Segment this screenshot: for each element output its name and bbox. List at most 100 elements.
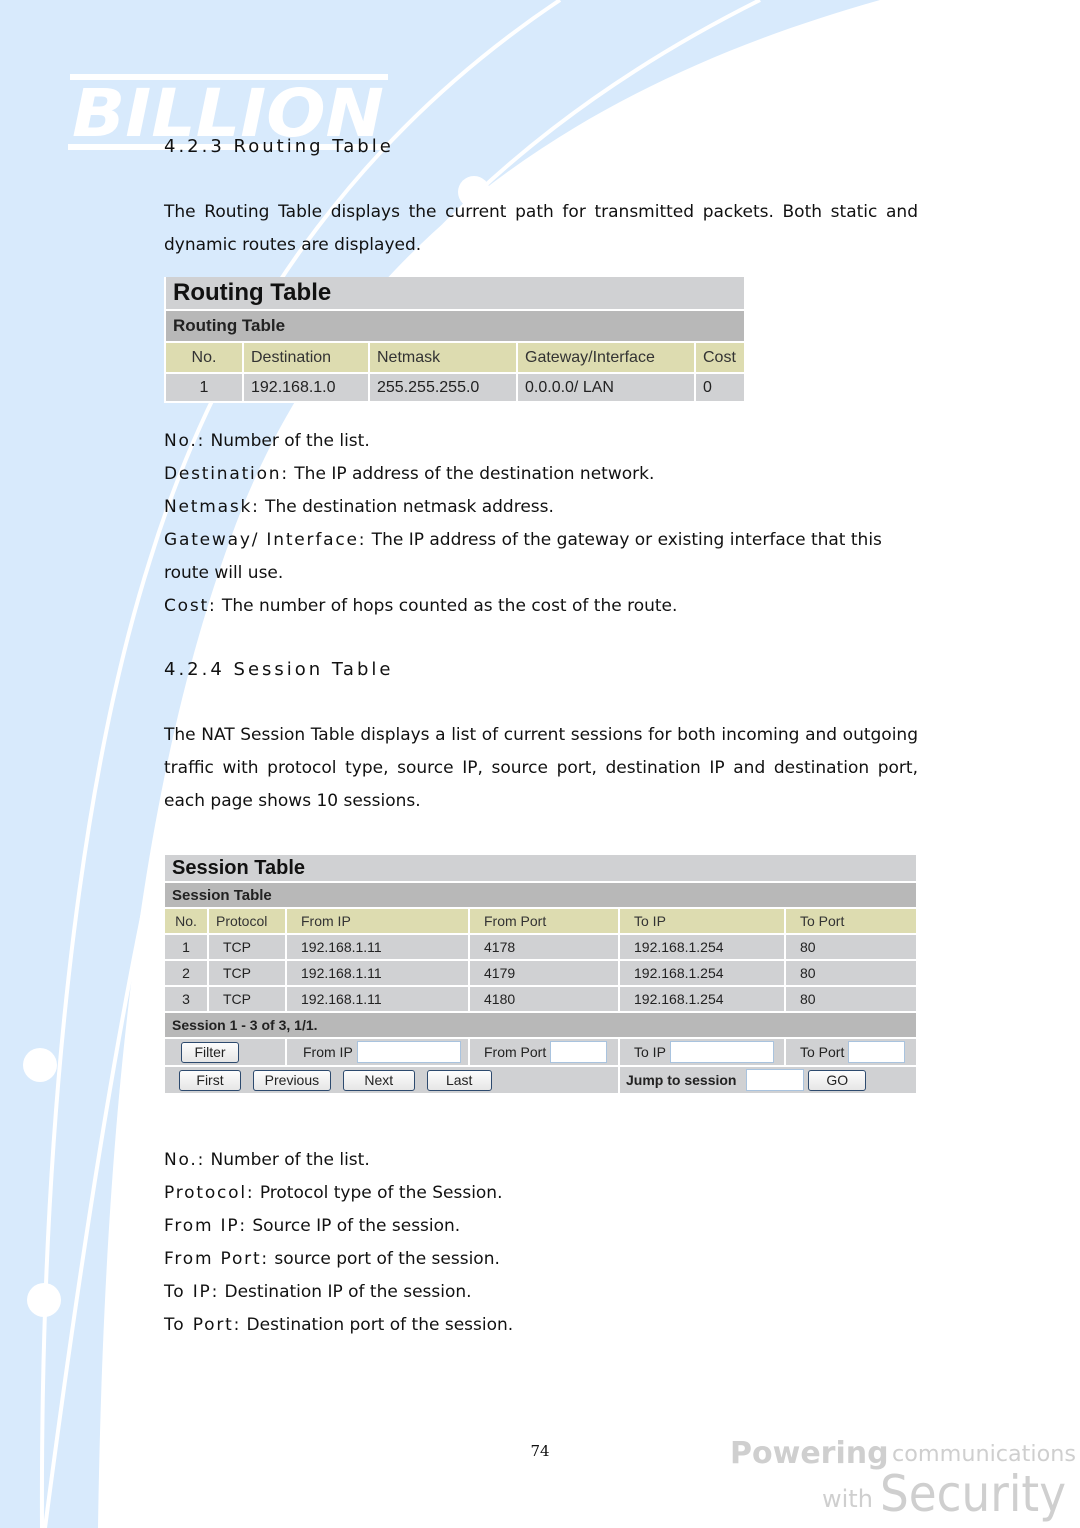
filter-button[interactable]: Filter: [181, 1041, 239, 1063]
cell-to-ip: 192.168.1.254: [618, 959, 786, 987]
cell-from-ip: 192.168.1.11: [285, 959, 470, 987]
definition-desc: Number of the list.: [205, 431, 370, 451]
col-header-from-port: From Port: [468, 907, 620, 935]
cell-to-port: 80: [784, 959, 918, 987]
definition-term: From IP:: [164, 1216, 247, 1236]
from-ip-label: From IP: [303, 1044, 353, 1060]
from-port-input[interactable]: [550, 1041, 608, 1063]
to-ip-label: To IP: [634, 1044, 666, 1060]
routing-table-header: No. Destination Netmask Gateway/Interfac…: [164, 341, 746, 374]
tagline-communications: communications: [892, 1442, 1076, 1467]
routing-table-subtitle: Routing Table: [164, 309, 746, 343]
to-port-label: To Port: [800, 1044, 845, 1060]
cell-to-port: 80: [784, 985, 918, 1013]
session-intro-paragraph: The NAT Session Table displays a list of…: [164, 725, 918, 811]
definition-term: Netmask:: [164, 497, 260, 517]
definition-desc: source port of the session.: [268, 1249, 500, 1269]
routing-table-title: Routing Table: [164, 277, 746, 311]
definition-desc: The IP address of the destination networ…: [288, 464, 655, 484]
tagline-powering: Powering: [730, 1436, 889, 1471]
col-header-netmask: Netmask: [368, 341, 518, 374]
definition-item: Gateway/ Interface: The IP address of th…: [164, 529, 882, 551]
session-table-header: No. Protocol From IP From Port To IP To …: [163, 907, 918, 935]
definition-desc: Protocol type of the Session.: [254, 1183, 503, 1203]
page-content: 4.2.3 Routing Table The Routing Table di…: [0, 0, 1080, 1528]
cell-no: 1: [164, 372, 244, 403]
definition-desc: Number of the list.: [205, 1150, 370, 1170]
jump-to-session-label: Jump to session: [626, 1072, 737, 1088]
definition-term: To IP:: [164, 1282, 220, 1302]
definition-item: To Port: Destination port of the session…: [164, 1314, 513, 1336]
col-header-no: No.: [163, 907, 209, 935]
to-port-input[interactable]: [848, 1041, 906, 1063]
cell-gateway-interface: 0.0.0.0/ LAN: [516, 372, 696, 403]
definition-desc: The IP address of the gateway or existin…: [366, 530, 882, 550]
definition-item: From IP: Source IP of the session.: [164, 1215, 460, 1237]
last-page-button[interactable]: Last: [426, 1069, 492, 1091]
col-header-cost: Cost: [694, 341, 746, 374]
definition-term: To Port:: [164, 1315, 242, 1335]
jump-to-session-input[interactable]: [746, 1069, 805, 1091]
col-header-no: No.: [164, 341, 244, 374]
definition-term: No.:: [164, 431, 206, 451]
definition-desc: The destination netmask address.: [259, 497, 554, 517]
col-header-to-port: To Port: [784, 907, 918, 935]
cell-to-port: 80: [784, 933, 918, 961]
cell-from-ip: 192.168.1.11: [285, 985, 470, 1013]
routing-table: Routing Table Routing Table No. Destinat…: [164, 277, 746, 403]
definition-desc: Source IP of the session.: [246, 1216, 461, 1236]
table-row: 1 192.168.1.0 255.255.255.0 0.0.0.0/ LAN…: [164, 372, 746, 403]
routing-table-panel: Routing Table Routing Table No. Destinat…: [164, 277, 746, 403]
definition-term: Destination:: [164, 464, 289, 484]
tagline-with: with: [822, 1485, 873, 1513]
session-table-panel: Session Table Session Table No. Protocol…: [163, 855, 918, 1095]
cell-to-ip: 192.168.1.254: [618, 985, 786, 1013]
cell-from-port: 4180: [468, 985, 620, 1013]
go-button[interactable]: GO: [808, 1069, 867, 1091]
cell-protocol: TCP: [207, 985, 287, 1013]
cell-destination: 192.168.1.0: [242, 372, 370, 403]
definition-item: From Port: source port of the session.: [164, 1248, 500, 1270]
definition-item: route will use.: [164, 562, 283, 584]
cell-to-ip: 192.168.1.254: [618, 933, 786, 961]
routing-intro-paragraph: The Routing Table displays the current p…: [164, 202, 918, 255]
definition-item: No.: Number of the list.: [164, 430, 370, 452]
definition-term: From Port:: [164, 1249, 269, 1269]
definition-desc: The number of hops counted as the cost o…: [216, 596, 678, 616]
cell-from-port: 4179: [468, 959, 620, 987]
cell-protocol: TCP: [207, 959, 287, 987]
definition-item: Protocol: Protocol type of the Session.: [164, 1182, 503, 1204]
previous-page-button[interactable]: Previous: [252, 1069, 331, 1091]
cell-from-ip: 192.168.1.11: [285, 933, 470, 961]
first-page-button[interactable]: First: [179, 1069, 241, 1091]
definition-desc: Destination port of the session.: [241, 1315, 514, 1335]
definition-term: No.:: [164, 1150, 206, 1170]
tagline-security: Security: [880, 1465, 1066, 1523]
cell-no: 3: [163, 985, 209, 1013]
cell-cost: 0: [694, 372, 746, 403]
definition-term: Cost:: [164, 596, 217, 616]
session-status: Session 1 - 3 of 3, 1/1.: [163, 1011, 918, 1039]
cell-from-port: 4178: [468, 933, 620, 961]
table-row: 2 TCP 192.168.1.11 4179 192.168.1.254 80: [163, 959, 918, 987]
from-ip-input[interactable]: [356, 1041, 461, 1063]
definition-item: Destination: The IP address of the desti…: [164, 463, 654, 485]
definition-item: Netmask: The destination netmask address…: [164, 496, 554, 518]
col-header-from-ip: From IP: [285, 907, 470, 935]
definition-desc: Destination IP of the session.: [219, 1282, 472, 1302]
navigation-row: First Previous Next Last Jump to session…: [163, 1065, 918, 1095]
to-ip-input[interactable]: [669, 1041, 774, 1063]
table-row: 1 TCP 192.168.1.11 4178 192.168.1.254 80: [163, 933, 918, 961]
definition-desc: route will use.: [164, 563, 284, 583]
session-table: Session Table Session Table No. Protocol…: [163, 855, 918, 1095]
section-heading-routing-table: 4.2.3 Routing Table: [164, 136, 394, 157]
definition-item: To IP: Destination IP of the session.: [164, 1281, 472, 1303]
next-page-button[interactable]: Next: [342, 1069, 415, 1091]
table-row: 3 TCP 192.168.1.11 4180 192.168.1.254 80: [163, 985, 918, 1013]
filter-row: Filter From IP From Port To IP To Port: [163, 1037, 918, 1067]
col-header-gateway-interface: Gateway/Interface: [516, 341, 696, 374]
cell-protocol: TCP: [207, 933, 287, 961]
definition-term: Protocol:: [164, 1183, 255, 1203]
cell-netmask: 255.255.255.0: [368, 372, 518, 403]
from-port-label: From Port: [484, 1044, 547, 1060]
